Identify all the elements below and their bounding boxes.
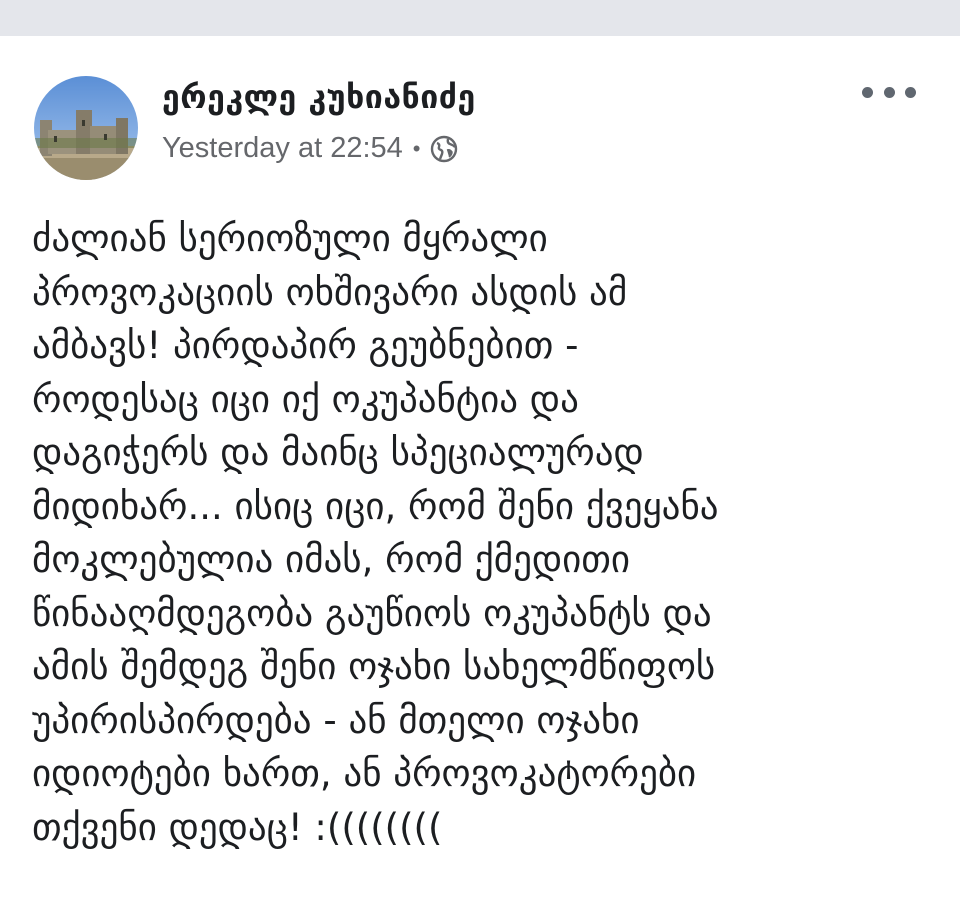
post-timestamp[interactable]: Yesterday at 22:54 (162, 132, 403, 165)
post-body-line: ამის შემდეგ შენი ოჯახი სახელმწიფოს (32, 645, 716, 688)
more-dot (883, 86, 895, 98)
post-body-line: როდესაც იცი იქ ოკუპანტია და (32, 377, 579, 421)
more-options-icon[interactable] (862, 80, 916, 104)
meta-separator: • (412, 135, 421, 161)
post-body-line: დაგიჭერს და მაინც სპეციალურად (32, 431, 644, 474)
post-meta: Yesterday at 22:54 • (162, 132, 458, 165)
post-body: ძალიან სერიოზული მყრალი პროვოკაციის ოხში… (32, 212, 932, 854)
post-body-line: წინააღმდეგობა გაუწიოს ოკუპანტს და (32, 591, 712, 635)
post-body-line: ამბავს! პირდაპირ გეუბნებით - (32, 324, 579, 367)
post-body-line: თქვენი დედაც! :(((((((( (32, 805, 443, 849)
avatar[interactable] (34, 76, 138, 180)
more-dot (862, 86, 873, 98)
post-body-line: უპირისპირდება - ან მთელი ოჯახი (32, 698, 640, 742)
post-body-line: იდიოტები ხართ, ან პროვოკატორები (32, 752, 697, 795)
more-dot (905, 86, 916, 98)
globe-icon[interactable] (430, 135, 458, 163)
top-bar (0, 0, 960, 36)
post-body-line: ძალიან სერიოზული მყრალი (32, 217, 548, 260)
post-card: ერეკლე კუხიანიძე Yesterday at 22:54 • ძა… (0, 36, 960, 902)
post-body-line: მოკლებულია იმას, რომ ქმედითი (32, 538, 631, 581)
author-name[interactable]: ერეკლე კუხიანიძე (162, 78, 476, 116)
post-body-line: მიდიხარ... ისიც იცი, რომ შენი ქვეყანა (32, 484, 719, 528)
post-body-line: პროვოკაციის ოხშივარი ასდის ამ (32, 270, 628, 314)
avatar-image (34, 76, 138, 180)
